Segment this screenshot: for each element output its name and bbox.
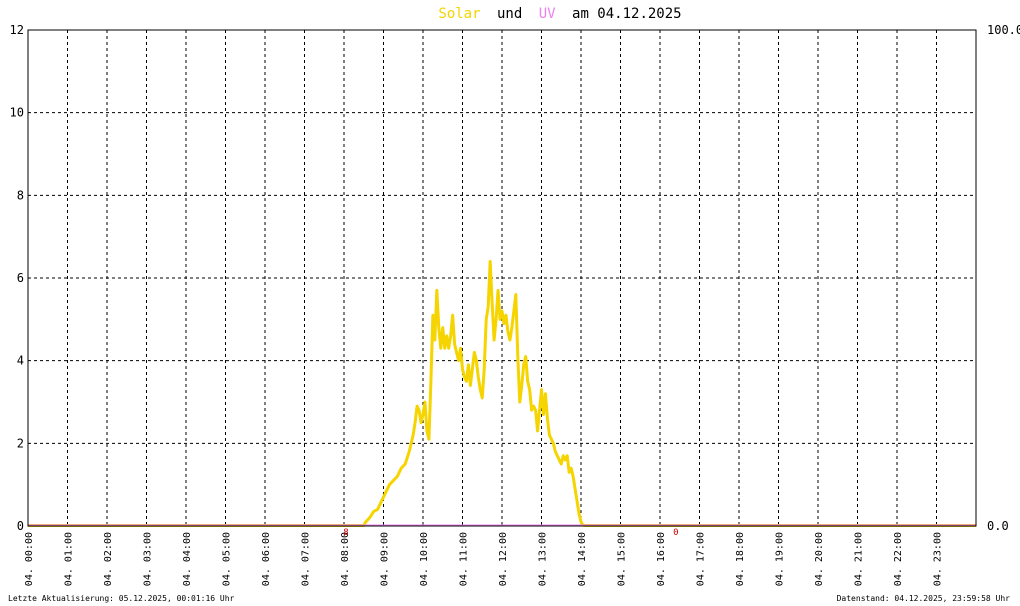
x-tick-label: 04. 18:00 — [735, 532, 746, 586]
title-solar: Solar — [438, 6, 480, 22]
chart: Solar und UV am 04.12.2025 0 2 4 6 8 10 12 0.0… — [0, 0, 1020, 606]
title-und: und — [497, 6, 522, 22]
marker-label: 0 — [673, 528, 678, 538]
x-tick-label: 04. 15:00 — [617, 532, 628, 586]
x-tick-label: 04. 22:00 — [893, 532, 904, 586]
y-left-tick-label: 8 — [17, 188, 24, 202]
x-tick-label: 04. 12:00 — [498, 532, 509, 586]
x-tick-label: 04. 05:00 — [222, 532, 233, 586]
chart-title: Solar und UV am 04.12.2025 — [438, 6, 681, 22]
x-tick-label: 04. 17:00 — [696, 532, 707, 586]
chart-background — [0, 0, 1020, 606]
x-tick-label: 04. 21:00 — [854, 532, 865, 586]
x-tick-label: 04. 23:00 — [933, 532, 944, 586]
x-tick-label: 04. 19:00 — [775, 532, 786, 586]
x-tick-label: 04. 09:00 — [380, 532, 391, 586]
x-tick-label: 04. 16:00 — [656, 532, 667, 586]
y-right-tick-label: 0.0 — [987, 519, 1009, 533]
y-right-tick-label: 100.0 — [987, 23, 1020, 37]
y-left-tick-label: 0 — [17, 519, 24, 533]
y-left-tick-label: 6 — [17, 271, 24, 285]
x-tick-label: 04. 11:00 — [459, 532, 470, 586]
x-tick-label: 04. 14:00 — [577, 532, 588, 586]
title-rest: am 04.12.2025 — [572, 6, 682, 22]
y-left-tick-label: 4 — [17, 354, 24, 368]
title-uv: UV — [539, 6, 556, 22]
y-left-tick-label: 2 — [17, 436, 24, 450]
x-tick-label: 04. 03:00 — [143, 532, 154, 586]
x-tick-label: 04. 13:00 — [538, 532, 549, 586]
x-tick-label: 04. 08:00 — [340, 532, 351, 586]
x-tick-label: 04. 20:00 — [814, 532, 825, 586]
x-tick-label: 04. 06:00 — [261, 532, 272, 586]
x-tick-label: 04. 04:00 — [182, 532, 193, 586]
y-left-tick-label: 10 — [10, 106, 24, 120]
y-left-tick-label: 12 — [10, 23, 24, 37]
footer-data-status: Datenstand: 04.12.2025, 23:59:58 Uhr — [837, 594, 1011, 603]
x-tick-label: 04. 07:00 — [301, 532, 312, 586]
marker-label: 8 — [343, 528, 348, 538]
x-tick-label: 04. 02:00 — [103, 532, 114, 586]
x-tick-label: 04. 01:00 — [64, 532, 75, 586]
footer-last-update: Letzte Aktualisierung: 05.12.2025, 00:01… — [8, 594, 235, 603]
x-tick-label: 04. 00:00 — [24, 532, 35, 586]
x-tick-label: 04. 10:00 — [419, 532, 430, 586]
